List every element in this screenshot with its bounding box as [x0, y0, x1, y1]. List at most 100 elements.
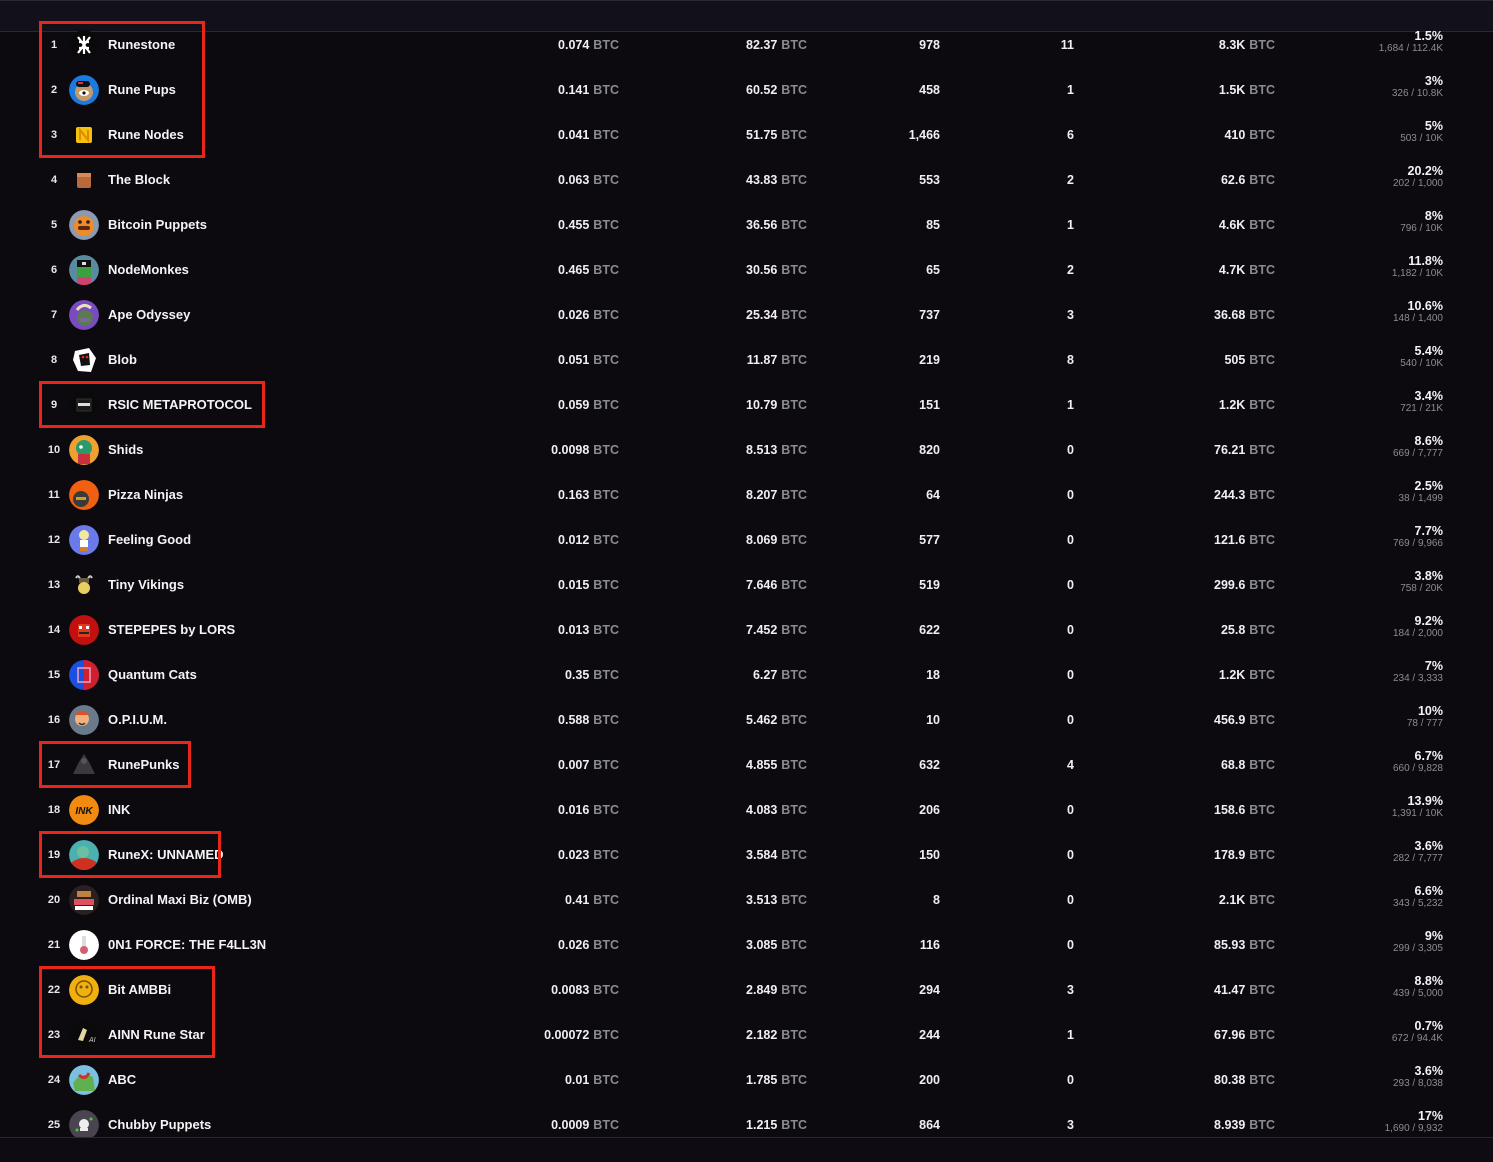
volume: 11.87 BTC [747, 337, 807, 382]
collection-name-link[interactable]: Tiny Vikings [108, 562, 184, 607]
collection-row[interactable]: 12 Feeling Good 0.012 BTC 8.069 BTC 577 0 … [0, 517, 1493, 562]
floor-price-value: 0.41 [564, 892, 590, 907]
collection-name-link[interactable]: Shids [108, 427, 143, 472]
collection-name-link[interactable]: STEPEPES by LORS [108, 607, 235, 652]
collection-row[interactable]: 14 STEPEPES by LORS 0.013 BTC 7.452 BTC 62… [0, 607, 1493, 652]
currency-unit: BTC [781, 937, 807, 952]
owners-percent: 2.5% [1414, 478, 1444, 493]
collection-row[interactable]: 11 Pizza Ninjas 0.163 BTC 8.207 BTC 64 0 2… [0, 472, 1493, 517]
collection-name-link[interactable]: 0N1 FORCE: THE F4LL3N [108, 922, 266, 967]
collection-name-link[interactable]: Rune Pups [108, 67, 176, 112]
collection-name-link[interactable]: The Block [108, 157, 170, 202]
collection-row[interactable]: 24 ABC 0.01 BTC 1.785 BTC 200 0 80.38 BTC 3… [0, 1057, 1493, 1102]
floor-price-value: 0.063 [558, 172, 590, 187]
collection-row[interactable]: 16 O.P.I.U.M. 0.588 BTC 5.462 BTC 10 0 456… [0, 697, 1493, 742]
collection-row[interactable]: 9 RSIC METAPROTOCOL 0.059 BTC 10.79 BTC 15… [0, 382, 1493, 427]
currency-unit: BTC [593, 397, 619, 412]
owners-detail: 1,690 / 9,932 [1384, 1122, 1443, 1134]
collection-row[interactable]: 1 Runestone 0.074 BTC 82.37 BTC 978 11 8.3… [0, 22, 1493, 67]
volume-value: 10.79 [746, 397, 778, 412]
floor-price-value: 0.012 [558, 532, 590, 547]
collection-row[interactable]: 5 Bitcoin Puppets 0.455 BTC 36.56 BTC 85 1… [0, 202, 1493, 247]
collection-name-link[interactable]: Bitcoin Puppets [108, 202, 207, 247]
currency-unit: BTC [593, 982, 619, 997]
currency-unit: BTC [781, 532, 807, 547]
volume: 7.452 BTC [746, 607, 807, 652]
owners-detail: 343 / 5,232 [1392, 897, 1443, 909]
market-cap: 80.38 BTC [1214, 1057, 1275, 1102]
collection-name-link[interactable]: NodeMonkes [108, 247, 189, 292]
currency-unit: BTC [1249, 172, 1275, 187]
collection-row[interactable]: 23 AI AINN Rune Star 0.00072 BTC 2.182 BTC… [0, 1012, 1493, 1057]
market-cap: 244.3 BTC [1214, 472, 1275, 517]
volume: 4.083 BTC [746, 787, 807, 832]
floor-price-value: 0.0098 [551, 442, 590, 457]
currency-unit: BTC [1249, 397, 1275, 412]
sales-count: 622 [919, 622, 940, 637]
collection-name-link[interactable]: Ordinal Maxi Biz (OMB) [108, 877, 252, 922]
collection-row[interactable]: 7 Ape Odyssey 0.026 BTC 25.34 BTC 737 3 36… [0, 292, 1493, 337]
volume-value: 4.083 [746, 802, 778, 817]
collection-row[interactable]: 19 RuneX: UNNAMED 0.023 BTC 3.584 BTC 150 … [0, 832, 1493, 877]
collection-row[interactable]: 22 Bit AMBBi 0.0083 BTC 2.849 BTC 294 3 41… [0, 967, 1493, 1012]
collection-name-link[interactable]: Quantum Cats [108, 652, 197, 697]
floor-price-value: 0.015 [558, 577, 590, 592]
collection-row[interactable]: 21 0N1 FORCE: THE F4LL3N 0.026 BTC 3.085 B… [0, 922, 1493, 967]
currency-unit: BTC [781, 802, 807, 817]
collection-name-link[interactable]: Blob [108, 337, 137, 382]
collection-row[interactable]: 18 INK INK 0.016 BTC 4.083 BTC 206 0 158.6… [0, 787, 1493, 832]
listed-count: 0 [1067, 937, 1074, 952]
currency-unit: BTC [781, 892, 807, 907]
currency-unit: BTC [781, 1072, 807, 1087]
collection-row[interactable]: 3 Rune Nodes 0.041 BTC 51.75 BTC 1,466 6 4… [0, 112, 1493, 157]
volume: 5.462 BTC [746, 697, 807, 742]
collection-row[interactable]: 15 Quantum Cats 0.35 BTC 6.27 BTC 18 0 1.2… [0, 652, 1493, 697]
collection-name-link[interactable]: Bit AMBBi [108, 967, 171, 1012]
collection-row[interactable]: 2 Rune Pups 0.141 BTC 60.52 BTC 458 1 1.5K… [0, 67, 1493, 112]
sales-count: 10 [926, 712, 940, 727]
floor-price: 0.007 BTC [558, 742, 619, 787]
collection-name-link[interactable]: Pizza Ninjas [108, 472, 183, 517]
collection-name-link[interactable]: O.P.I.U.M. [108, 697, 167, 742]
owners: 0.7% 672 / 94.4K [1392, 1009, 1443, 1054]
collection-name-link[interactable]: RSIC METAPROTOCOL [108, 382, 252, 427]
collection-row[interactable]: 8 Blob 0.051 BTC 11.87 BTC 219 8 505 BTC 5.… [0, 337, 1493, 382]
collection-name-link[interactable]: Runestone [108, 22, 175, 67]
volume-value: 8.513 [746, 442, 778, 457]
collection-row[interactable]: 10 Shids 0.0098 BTC 8.513 BTC 820 0 76.21 B… [0, 427, 1493, 472]
abc-avatar-icon [69, 1065, 99, 1095]
collection-name-link[interactable]: RuneX: UNNAMED [108, 832, 224, 877]
ainn-rune-star-avatar-icon: AI [69, 1020, 99, 1050]
volume: 7.646 BTC [746, 562, 807, 607]
market-cap-value: 1.5K [1218, 82, 1246, 97]
volume: 2.849 BTC [746, 967, 807, 1012]
sales-count: 116 [919, 937, 940, 952]
market-cap: 4.7K BTC [1219, 247, 1275, 292]
collection-name-link[interactable]: Rune Nodes [108, 112, 184, 157]
collection-name-link[interactable]: INK [108, 787, 130, 832]
currency-unit: BTC [781, 667, 807, 682]
owners: 6.6% 343 / 5,232 [1393, 874, 1443, 919]
owners: 7% 234 / 3,333 [1393, 649, 1443, 694]
collection-name-link[interactable]: ABC [108, 1057, 136, 1102]
collection-row[interactable]: 13 Tiny Vikings 0.015 BTC 7.646 BTC 519 0 … [0, 562, 1493, 607]
currency-unit: BTC [781, 127, 807, 142]
floor-price: 0.465 BTC [558, 247, 619, 292]
collection-row[interactable]: 20 Ordinal Maxi Biz (OMB) 0.41 BTC 3.513 B… [0, 877, 1493, 922]
ape-odyssey-avatar-icon [69, 300, 99, 330]
rank-number: 9 [50, 398, 58, 411]
collection-name-link[interactable]: AINN Rune Star [108, 1012, 205, 1057]
owners-percent: 3.4% [1414, 388, 1444, 403]
owners-detail: 660 / 9,828 [1392, 762, 1443, 774]
owners-detail: 439 / 5,000 [1392, 987, 1443, 999]
collection-name-link[interactable]: Ape Odyssey [108, 292, 190, 337]
market-cap-value: 4.6K [1218, 217, 1246, 232]
collection-row[interactable]: 4 The Block 0.063 BTC 43.83 BTC 553 2 62.6… [0, 157, 1493, 202]
volume: 3.584 BTC [746, 832, 807, 877]
currency-unit: BTC [593, 937, 619, 952]
sales-count: 577 [919, 532, 940, 547]
collection-name-link[interactable]: RunePunks [108, 742, 180, 787]
collection-name-link[interactable]: Feeling Good [108, 517, 191, 562]
collection-row[interactable]: 6 NodeMonkes 0.465 BTC 30.56 BTC 65 2 4.7K… [0, 247, 1493, 292]
collection-row[interactable]: 17 RunePunks 0.007 BTC 4.855 BTC 632 4 68.… [0, 742, 1493, 787]
